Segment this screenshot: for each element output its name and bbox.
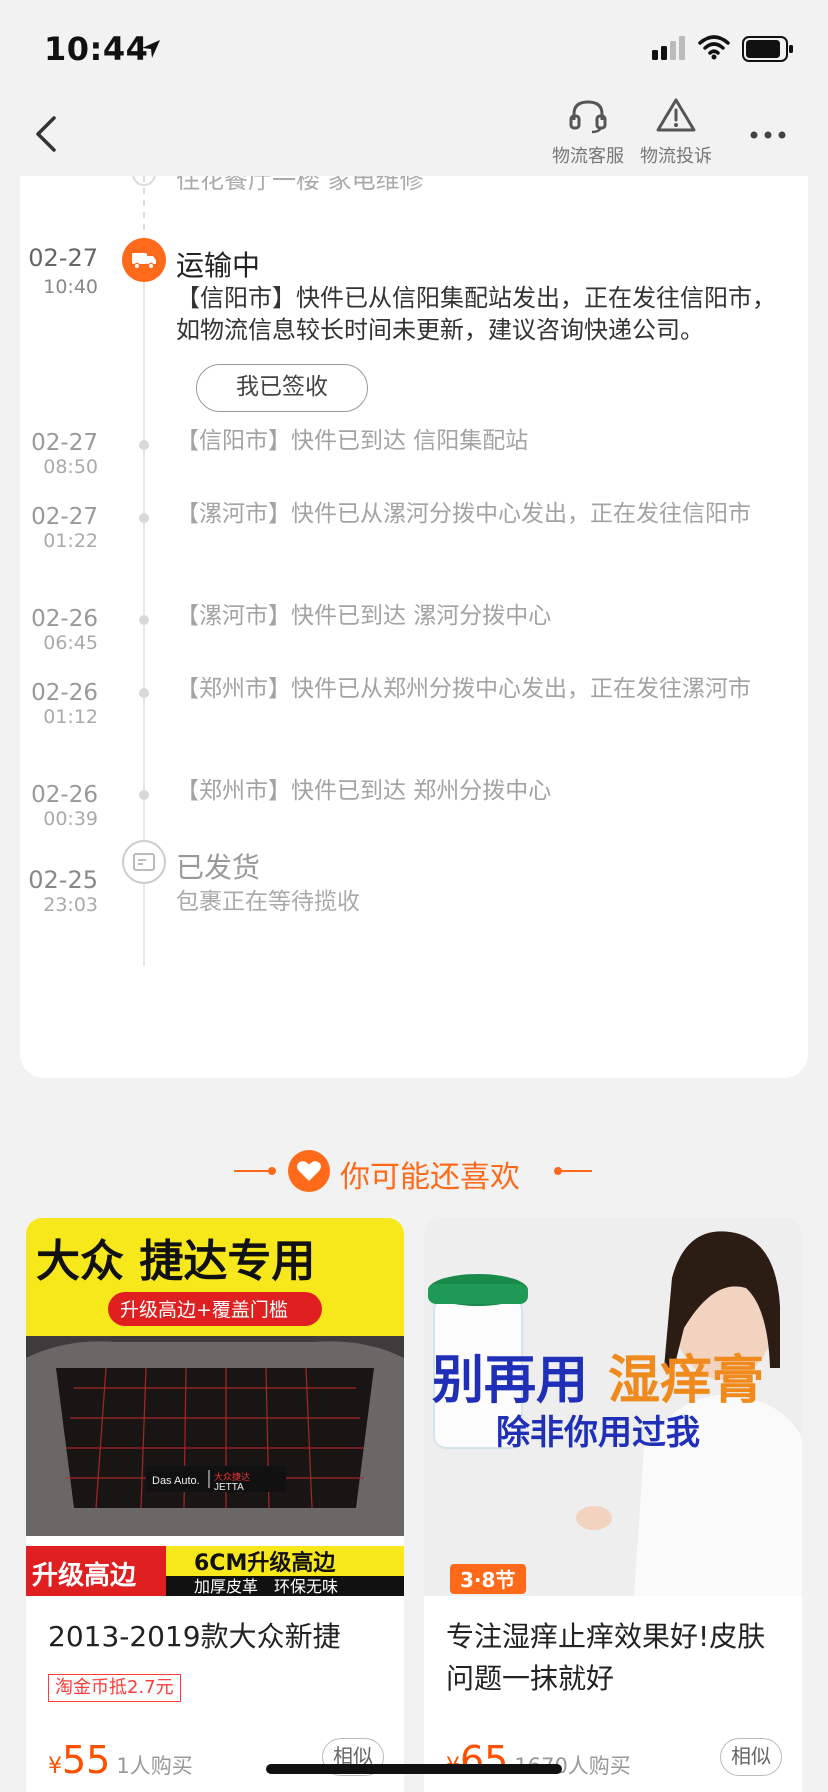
home-indicator[interactable] [266, 1764, 562, 1774]
price-value: 65 [460, 1738, 509, 1782]
header-decoration [234, 1167, 276, 1175]
event-date: 02-27 [31, 504, 98, 530]
heart-icon [288, 1150, 330, 1192]
event-date: 02-25 [28, 866, 98, 894]
event-description: 【郑州市】快件已从郑州分拨中心发出，正在发往漯河市 [176, 676, 751, 702]
event-date: 02-26 [31, 782, 98, 808]
event-description: 【信阳市】快件已从信阳集配站发出，正在发往信阳市，如物流信息较长时间未更新，建议… [176, 284, 776, 344]
event-time: 10:40 [43, 276, 98, 298]
event-description: 【漯河市】快件已从漯河分拨中心发出，正在发往信阳市 [176, 501, 751, 527]
image-bottom-right-bottom-text: 加厚皮革 环保无味 [194, 1577, 338, 1596]
event-time: 00:39 [43, 808, 98, 830]
event-description: 【郑州市】快件已到达 郑州分拨中心 [176, 778, 552, 804]
shipped-box-icon [122, 840, 166, 884]
product-card[interactable]: Das Auto. 大众捷达 JETTA 升级高边 6CM升级高边 加厚皮革 环… [26, 1218, 404, 1792]
product-image[interactable]: 别再用 湿痒膏 除非你用过我 3·8节 [424, 1218, 802, 1596]
timeline-line [143, 176, 145, 236]
product-title[interactable]: 专注湿痒止痒效果好!皮肤问题一抹就好 [446, 1616, 776, 1700]
car-trunk-mat-image: Das Auto. 大众捷达 JETTA 升级高边 6CM升级高边 加厚皮革 环… [26, 1218, 404, 1596]
event-time: 01:22 [43, 530, 98, 552]
festival-badge: 3·8节 [460, 1568, 515, 1592]
event-time: 23:03 [43, 894, 98, 916]
event-time: 01:12 [43, 706, 98, 728]
logistics-complaint-label: 物流投诉 [640, 146, 712, 167]
timeline-dot [139, 615, 149, 625]
coin-discount-tag: 淘金币抵2.7元 [48, 1674, 181, 1702]
recommendation-header: 你可能还喜欢 [0, 1148, 828, 1195]
back-arrow-icon[interactable] [28, 110, 68, 158]
product-image[interactable]: Das Auto. 大众捷达 JETTA 升级高边 6CM升级高边 加厚皮革 环… [26, 1218, 404, 1596]
image-bottom-right-top-text: 6CM升级高边 [194, 1550, 336, 1576]
jetta-logo-left: Das Auto. [152, 1475, 200, 1487]
product-title[interactable]: 2013-2019款大众新捷 [48, 1616, 388, 1658]
confirm-received-button[interactable]: 我已签收 [196, 364, 368, 412]
timeline-cut-text: 住花餐厅一楼 家电维修 [176, 176, 424, 194]
timeline-dot [139, 688, 149, 698]
product-card[interactable]: 别再用 湿痒膏 除非你用过我 3·8节 专注湿痒止痒效果好!皮肤问题一抹就好 ¥… [424, 1218, 802, 1792]
shipped-title: 已发货 [176, 851, 261, 884]
event-time: 08:50 [43, 456, 98, 478]
warning-icon [656, 98, 696, 132]
location-arrow-icon [142, 40, 160, 58]
truck-icon [122, 238, 166, 282]
image-headline-a: 别再用 [432, 1351, 588, 1411]
logistics-service-button[interactable]: 物流客服 [546, 96, 630, 176]
image-headline-b: 湿痒膏 [608, 1351, 764, 1411]
event-date: 02-26 [31, 606, 98, 632]
timeline-dot [139, 790, 149, 800]
shipped-subtitle: 包裹正在等待揽收 [176, 889, 360, 915]
header-decoration [554, 1167, 592, 1175]
event-date: 02-27 [28, 244, 98, 272]
image-subheadline: 除非你用过我 [496, 1413, 700, 1453]
timeline-dot [139, 513, 149, 523]
more-options-icon[interactable] [748, 120, 788, 150]
logistics-timeline-card: 住花餐厅一楼 家电维修 02-27 10:40 运输中 【信阳市】快件已从信阳集… [20, 176, 808, 1078]
similar-button[interactable]: 相似 [720, 1738, 782, 1776]
jetta-logo-right: JETTA [214, 1482, 244, 1493]
event-date: 02-26 [31, 680, 98, 706]
price-row: ¥651670人购买 [446, 1738, 631, 1788]
event-time: 06:45 [43, 632, 98, 654]
image-badge: 升级高边+覆盖门槛 [120, 1299, 288, 1321]
status-time: 10:44 [44, 30, 149, 68]
event-status-title: 运输中 [176, 249, 261, 282]
price-row: ¥55 1人购买 [48, 1738, 193, 1788]
buyer-count: 1人购买 [116, 1754, 193, 1778]
status-bar: 10:44 [0, 0, 828, 96]
image-headline: 大众 捷达专用 [36, 1236, 315, 1287]
event-description: 【漯河市】快件已到达 漯河分拨中心 [176, 603, 552, 629]
price-symbol: ¥ [48, 1754, 62, 1779]
event-description: 【信阳市】快件已到达 信阳集配站 [176, 428, 529, 454]
price-value: 55 [62, 1738, 111, 1782]
ointment-ad-image: 别再用 湿痒膏 除非你用过我 3·8节 [424, 1218, 802, 1596]
recommendation-title: 你可能还喜欢 [340, 1160, 520, 1195]
nav-bar: 物流客服 物流投诉 [0, 96, 828, 176]
cellular-signal-icon [652, 36, 685, 60]
timeline-dot [139, 440, 149, 450]
headset-icon [569, 100, 607, 134]
wifi-icon [698, 35, 730, 60]
logistics-complaint-button[interactable]: 物流投诉 [634, 96, 718, 176]
event-date: 02-27 [31, 430, 98, 456]
image-bottom-left-text: 升级高边 [32, 1560, 137, 1591]
logistics-service-label: 物流客服 [552, 146, 624, 167]
battery-icon [742, 36, 793, 62]
